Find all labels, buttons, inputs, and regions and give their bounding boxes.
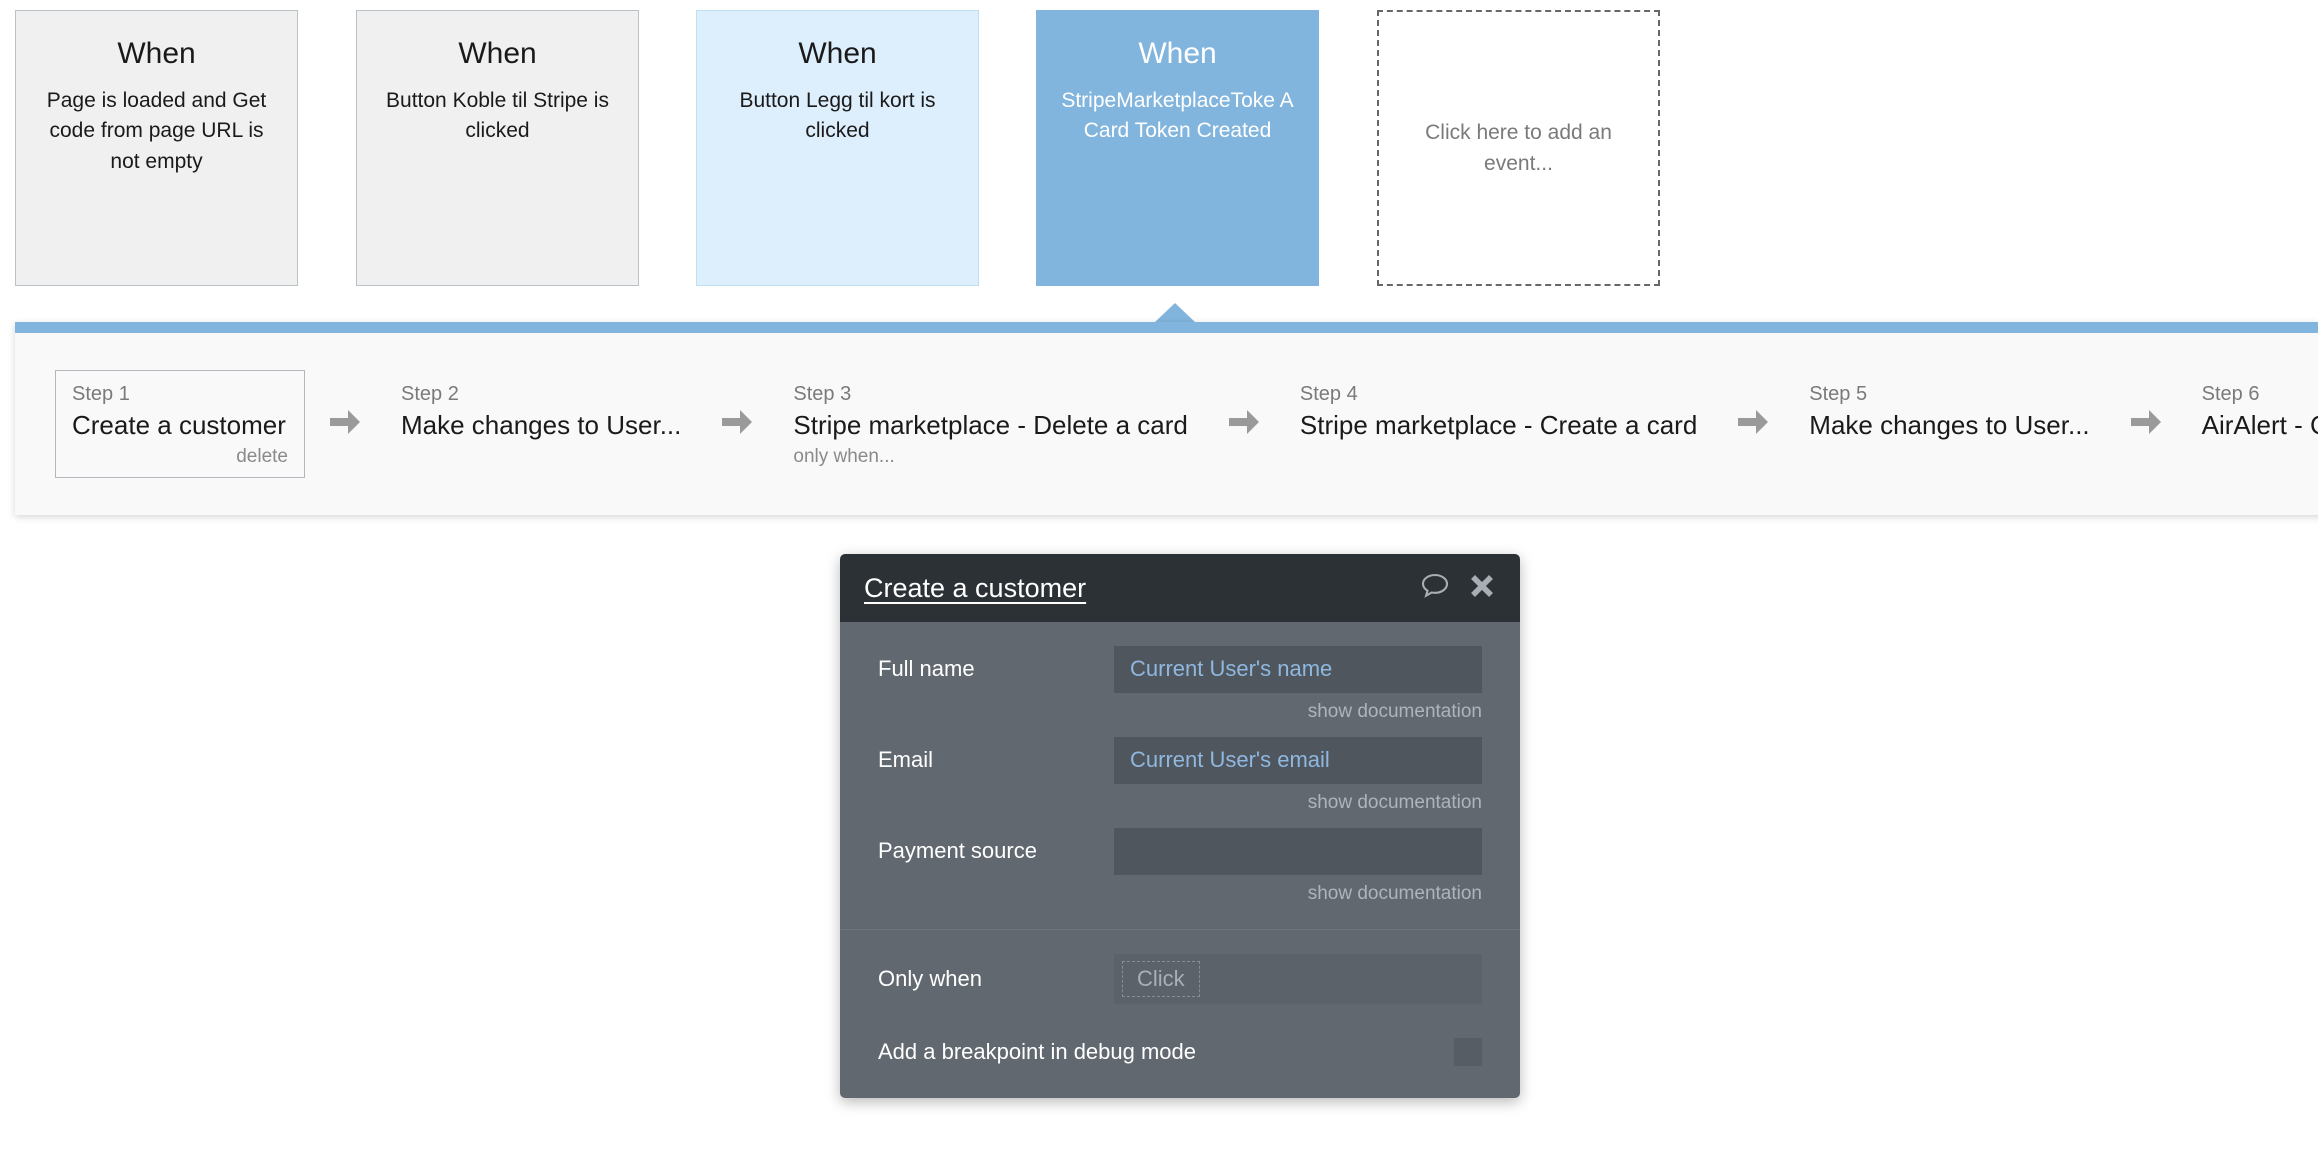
only-when-label: Only when bbox=[878, 966, 982, 991]
arrow-right-icon bbox=[719, 405, 755, 444]
breakpoint-label: Add a breakpoint in debug mode bbox=[878, 1039, 1197, 1064]
selected-event-pointer bbox=[1155, 303, 1195, 322]
step-number-label: Step 1 bbox=[72, 383, 130, 406]
field-row-payment-source: Payment source bbox=[840, 826, 1520, 876]
add-event-label: Click here to add an event... bbox=[1425, 120, 1612, 176]
step-title: Make changes to User... bbox=[1809, 410, 2090, 441]
full-name-input[interactable]: Current User's name bbox=[1114, 645, 1482, 693]
step-number-label: Step 2 bbox=[401, 383, 459, 406]
step-number-label: Step 3 bbox=[793, 383, 852, 406]
action-editor-modal: Create a customer Full name Current User… bbox=[840, 554, 1520, 1098]
event-when-label: When bbox=[1138, 37, 1217, 70]
modal-body: Full name Current User's name show docum… bbox=[840, 622, 1520, 1098]
step-box[interactable]: Step 5 Make changes to User... bbox=[1793, 371, 2105, 476]
event-description: Button Koble til Stripe is clicked bbox=[386, 89, 609, 143]
step-title: Stripe marketplace - Create a card bbox=[1299, 410, 1698, 441]
workflow-step-6[interactable]: Step 6 AirAlert - Custom bbox=[2186, 371, 2318, 476]
show-documentation-link[interactable]: show documentation bbox=[1308, 701, 1482, 722]
workflow-step-2[interactable]: Step 2 Make changes to User... bbox=[385, 371, 697, 476]
add-event-placeholder[interactable]: Click here to add an event... bbox=[1377, 10, 1660, 286]
step-title: Create a customer bbox=[72, 410, 286, 441]
step-title: AirAlert - Custom bbox=[2201, 410, 2318, 441]
modal-header-icons bbox=[1420, 572, 1496, 605]
show-documentation-link[interactable]: show documentation bbox=[1308, 883, 1482, 904]
step-title: Stripe marketplace - Delete a card bbox=[793, 410, 1188, 441]
workflow-steps-strip: Step 1 Create a customer delete Step 2 M… bbox=[15, 322, 2318, 515]
arrow-right-icon bbox=[1226, 405, 1262, 444]
close-icon[interactable] bbox=[1468, 572, 1496, 605]
email-input[interactable]: Current User's email bbox=[1114, 736, 1482, 784]
workflow-step-3[interactable]: Step 3 Stripe marketplace - Delete a car… bbox=[777, 371, 1204, 476]
field-label: Email bbox=[878, 747, 934, 772]
step-box[interactable]: Step 1 Create a customer delete bbox=[55, 370, 305, 478]
comment-bubble-icon[interactable] bbox=[1420, 572, 1450, 605]
event-card-4-selected[interactable]: When StripeMarketplaceToke A Card Token … bbox=[1036, 10, 1319, 286]
arrow-right-icon bbox=[2128, 405, 2164, 444]
arrow-right-icon bbox=[1735, 405, 1771, 444]
doc-link-row: show documentation bbox=[840, 876, 1520, 917]
event-when-label: When bbox=[117, 37, 196, 70]
step-number-label: Step 5 bbox=[1809, 383, 1868, 406]
steps-row: Step 1 Create a customer delete Step 2 M… bbox=[15, 333, 2318, 515]
workflow-step-4[interactable]: Step 4 Stripe marketplace - Create a car… bbox=[1284, 371, 1713, 476]
doc-link-row: show documentation bbox=[840, 694, 1520, 735]
field-row-full-name: Full name Current User's name bbox=[840, 644, 1520, 694]
event-when-label: When bbox=[458, 37, 537, 70]
only-when-input[interactable]: Click bbox=[1114, 954, 1482, 1004]
event-description: Page is loaded and Get code from page UR… bbox=[46, 89, 267, 173]
step-delete-link[interactable]: delete bbox=[72, 444, 288, 471]
step-box[interactable]: Step 4 Stripe marketplace - Create a car… bbox=[1284, 371, 1713, 476]
step-number-label: Step 6 bbox=[2201, 383, 2260, 406]
event-card-3[interactable]: When Button Legg til kort is clicked bbox=[696, 10, 979, 286]
step-box[interactable]: Step 2 Make changes to User... bbox=[385, 371, 697, 476]
event-card-2[interactable]: When Button Koble til Stripe is clicked bbox=[356, 10, 639, 286]
step-title: Make changes to User... bbox=[401, 410, 682, 441]
event-description: Button Legg til kort is clicked bbox=[739, 89, 936, 143]
workflow-step-1[interactable]: Step 1 Create a customer delete bbox=[55, 370, 305, 478]
show-documentation-link[interactable]: show documentation bbox=[1308, 792, 1482, 813]
field-row-only-when: Only when Click bbox=[840, 930, 1520, 1010]
breakpoint-row: Add a breakpoint in debug mode bbox=[840, 1010, 1520, 1098]
step-box[interactable]: Step 6 AirAlert - Custom bbox=[2186, 371, 2318, 476]
event-when-label: When bbox=[798, 37, 877, 70]
step-box[interactable]: Step 3 Stripe marketplace - Delete a car… bbox=[777, 371, 1204, 476]
field-row-email: Email Current User's email bbox=[840, 735, 1520, 785]
payment-source-input[interactable] bbox=[1114, 827, 1482, 875]
step-number-label: Step 4 bbox=[1299, 383, 1358, 406]
strip-accent-bar bbox=[15, 322, 2318, 333]
modal-header: Create a customer bbox=[840, 554, 1520, 622]
modal-title[interactable]: Create a customer bbox=[864, 573, 1086, 604]
step-subtitle: only when... bbox=[793, 445, 895, 467]
arrow-right-icon bbox=[327, 405, 363, 444]
breakpoint-checkbox[interactable] bbox=[1454, 1038, 1482, 1066]
workflow-step-5[interactable]: Step 5 Make changes to User... bbox=[1793, 371, 2105, 476]
event-description: StripeMarketplaceToke A Card Token Creat… bbox=[1061, 89, 1294, 143]
field-label: Payment source bbox=[878, 838, 1037, 863]
field-label: Full name bbox=[878, 656, 975, 681]
event-card-1[interactable]: When Page is loaded and Get code from pa… bbox=[15, 10, 298, 286]
only-when-click-placeholder[interactable]: Click bbox=[1122, 961, 1200, 997]
doc-link-row: show documentation bbox=[840, 785, 1520, 826]
events-row: When Page is loaded and Get code from pa… bbox=[0, 0, 2318, 300]
